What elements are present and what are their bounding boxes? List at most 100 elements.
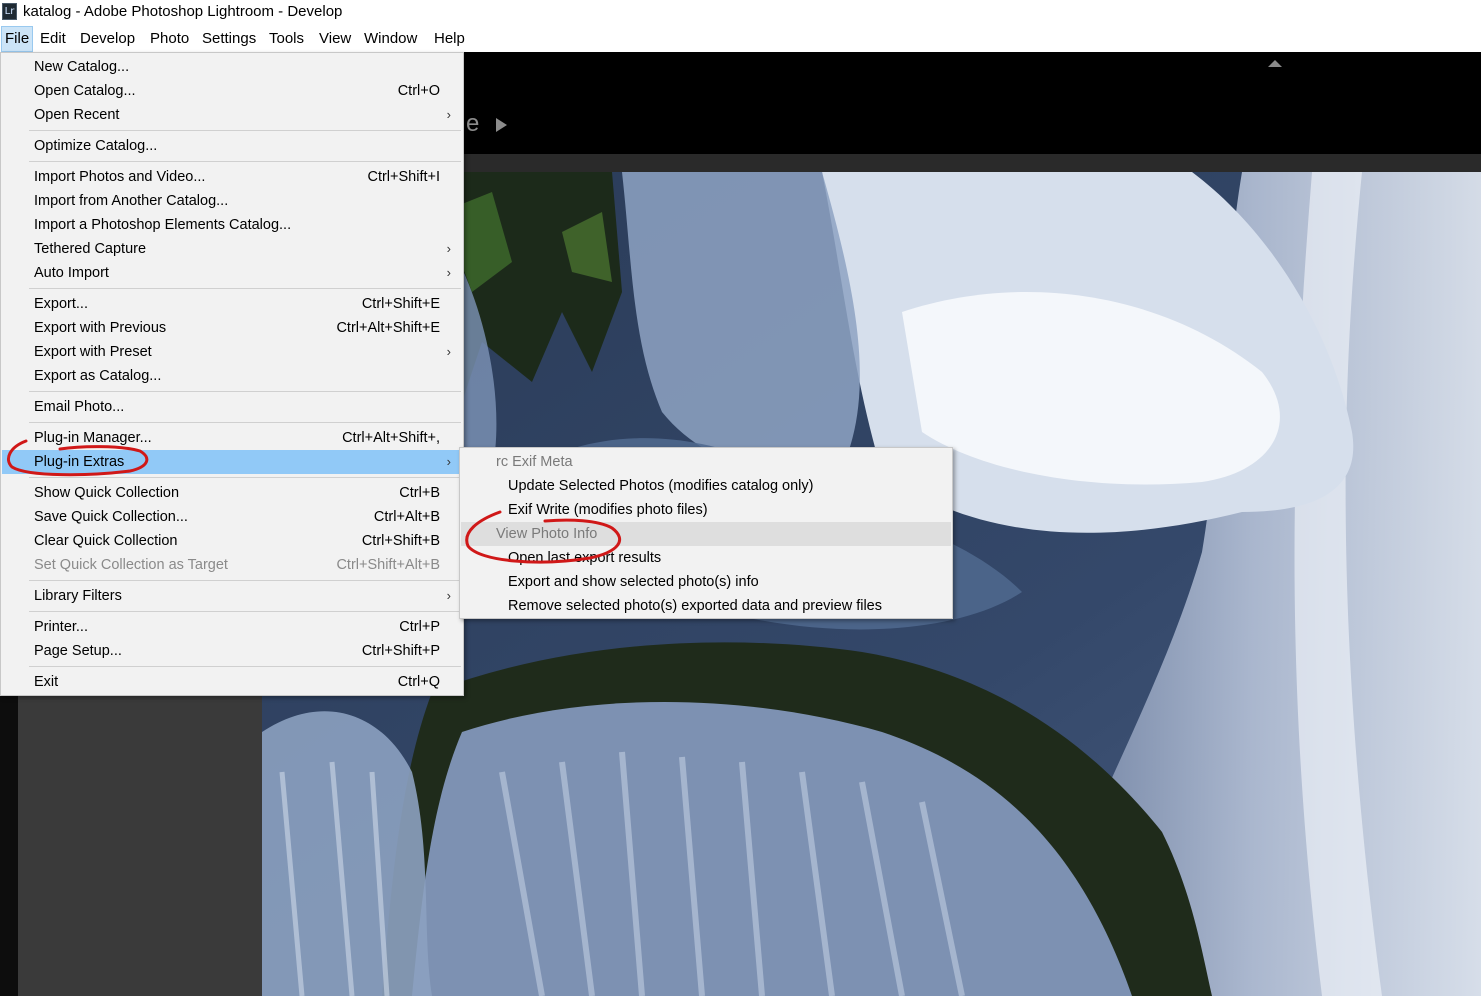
menu-separator — [29, 288, 461, 289]
menu-item-shortcut: Ctrl+Shift+Alt+B — [336, 557, 440, 573]
chevron-right-icon: › — [446, 344, 451, 359]
menu-item-shortcut: Ctrl+Alt+Shift+, — [342, 430, 440, 446]
menu-item-label: Exit — [34, 674, 59, 690]
submenu-item-label: Update Selected Photos (modifies catalog… — [508, 478, 814, 494]
menu-item-label: Import Photos and Video... — [34, 169, 206, 185]
menu-item-export-with-preset[interactable]: Export with Preset › — [2, 340, 462, 364]
menu-item-label: Page Setup... — [34, 643, 122, 659]
menu-separator — [29, 666, 461, 667]
chevron-right-icon: › — [446, 241, 451, 256]
menu-item-clear-quick-collection[interactable]: Clear Quick Collection Ctrl+Shift+B — [2, 529, 462, 553]
menu-item-shortcut: Ctrl+Alt+B — [373, 509, 440, 525]
menu-item-shortcut: Ctrl+Shift+B — [361, 533, 440, 549]
menu-separator — [29, 477, 461, 478]
menu-item-label: New Catalog... — [34, 59, 130, 75]
menu-item-open-catalog[interactable]: Open Catalog... Ctrl+O — [2, 79, 462, 103]
menu-item-label: Plug-in Extras — [34, 454, 125, 470]
menu-item-import-a-photoshop-elements-catalog[interactable]: Import a Photoshop Elements Catalog... — [2, 213, 462, 237]
menu-item-exit[interactable]: Exit Ctrl+Q — [2, 670, 462, 694]
menu-item-tethered-capture[interactable]: Tethered Capture › — [2, 237, 462, 261]
menu-item-optimize-catalog[interactable]: Optimize Catalog... — [2, 134, 462, 158]
submenu-item-view-photo-info[interactable]: View Photo Info — [461, 522, 951, 546]
chevron-right-icon: › — [446, 588, 451, 603]
menu-item-shortcut: Ctrl+P — [399, 619, 440, 635]
menu-item-new-catalog[interactable]: New Catalog... — [2, 55, 462, 79]
submenu-item-label: Export and show selected photo(s) info — [508, 574, 759, 590]
menu-item-plug-in-extras[interactable]: Plug-in Extras › — [2, 450, 462, 474]
chevron-right-icon: › — [446, 107, 451, 122]
menu-item-label: Auto Import — [34, 265, 109, 281]
menu-item-label: Optimize Catalog... — [34, 138, 158, 154]
menubar-settings[interactable]: Settings — [199, 26, 259, 52]
menubar-window[interactable]: Window — [361, 26, 420, 52]
menubar-edit[interactable]: Edit — [37, 26, 69, 52]
menu-item-shortcut: Ctrl+Shift+I — [367, 169, 440, 185]
lightroom-app-icon: Lr — [2, 3, 17, 20]
menu-item-label: Printer... — [34, 619, 88, 635]
play-arrow-icon — [496, 118, 507, 132]
menu-bar: File Edit Develop Photo Settings Tools View Win… — [0, 26, 1481, 52]
menu-item-shortcut: Ctrl+O — [397, 83, 440, 99]
menu-item-label: Save Quick Collection... — [34, 509, 188, 525]
menu-item-label: Open Catalog... — [34, 83, 136, 99]
menu-item-label: Export as Catalog... — [34, 368, 162, 384]
menu-item-printer[interactable]: Printer... Ctrl+P — [2, 615, 462, 639]
menu-item-label: Email Photo... — [34, 399, 125, 415]
menu-item-shortcut: Ctrl+Shift+E — [361, 296, 440, 312]
menu-item-save-quick-collection[interactable]: Save Quick Collection... Ctrl+Alt+B — [2, 505, 462, 529]
menu-item-export-with-previous[interactable]: Export with Previous Ctrl+Alt+Shift+E — [2, 316, 462, 340]
submenu-item-label: rc Exif Meta — [496, 454, 573, 470]
menu-item-set-quick-collection-as-target[interactable]: Set Quick Collection as Target Ctrl+Shift… — [2, 553, 462, 577]
menubar-view[interactable]: View — [316, 26, 354, 52]
menu-item-import-from-another-catalog[interactable]: Import from Another Catalog... — [2, 189, 462, 213]
menubar-file[interactable]: File — [1, 26, 34, 52]
menu-item-shortcut: Ctrl+Alt+Shift+E — [336, 320, 440, 336]
submenu-item-export-and-show-selected-photo-s-info[interactable]: Export and show selected photo(s) info — [461, 570, 951, 594]
menu-item-label: Export with Previous — [34, 320, 167, 336]
menu-separator — [29, 422, 461, 423]
plugin-extras-submenu: rc Exif Meta Update Selected Photos (modi… — [459, 447, 953, 619]
menu-item-label: Export with Preset — [34, 344, 152, 360]
submenu-item-exif-write-modifies-photo-files[interactable]: Exif Write (modifies photo files) — [461, 498, 951, 522]
menu-item-label: Import a Photoshop Elements Catalog... — [34, 217, 292, 233]
menu-item-label: Import from Another Catalog... — [34, 193, 229, 209]
menu-item-email-photo[interactable]: Email Photo... — [2, 395, 462, 419]
menubar-tools[interactable]: Tools — [266, 26, 307, 52]
menu-separator — [29, 611, 461, 612]
menubar-help[interactable]: Help — [431, 26, 468, 52]
window-title: katalog - Adobe Photoshop Lightroom - De… — [23, 3, 343, 20]
menu-item-open-recent[interactable]: Open Recent › — [2, 103, 462, 127]
menu-item-label: Export... — [34, 296, 88, 312]
menu-item-shortcut: Ctrl+Shift+P — [361, 643, 440, 659]
menubar-develop[interactable]: Develop — [77, 26, 138, 52]
module-name-fragment[interactable]: e — [466, 110, 479, 138]
menu-item-export[interactable]: Export... Ctrl+Shift+E — [2, 292, 462, 316]
menu-item-auto-import[interactable]: Auto Import › — [2, 261, 462, 285]
menu-item-import-photos-and-video[interactable]: Import Photos and Video... Ctrl+Shift+I — [2, 165, 462, 189]
submenu-item-label: Exif Write (modifies photo files) — [508, 502, 708, 518]
menu-item-page-setup[interactable]: Page Setup... Ctrl+Shift+P — [2, 639, 462, 663]
menu-separator — [29, 391, 461, 392]
menu-item-library-filters[interactable]: Library Filters › — [2, 584, 462, 608]
submenu-item-update-selected-photos-modifies-catalog-only[interactable]: Update Selected Photos (modifies catalog… — [461, 474, 951, 498]
submenu-item-label: Remove selected photo(s) exported data a… — [508, 598, 882, 614]
submenu-item-remove-selected-photo-s-exported-data-and-preview-files[interactable]: Remove selected photo(s) exported data a… — [461, 594, 951, 618]
menu-item-show-quick-collection[interactable]: Show Quick Collection Ctrl+B — [2, 481, 462, 505]
menubar-photo[interactable]: Photo — [147, 26, 192, 52]
title-bar: Lr katalog - Adobe Photoshop Lightroom -… — [0, 0, 1481, 26]
collapse-panel-icon[interactable] — [1268, 60, 1282, 67]
menu-item-label: Plug-in Manager... — [34, 430, 152, 446]
menu-item-plug-in-manager[interactable]: Plug-in Manager... Ctrl+Alt+Shift+, — [2, 426, 462, 450]
submenu-header: rc Exif Meta — [461, 450, 951, 474]
menu-item-export-as-catalog[interactable]: Export as Catalog... — [2, 364, 462, 388]
chevron-right-icon: › — [446, 265, 451, 280]
menu-item-label: Open Recent — [34, 107, 120, 123]
menu-item-label: Show Quick Collection — [34, 485, 180, 501]
submenu-item-label: Open last export results — [508, 550, 662, 566]
chevron-right-icon: › — [446, 454, 451, 469]
menu-item-label: Library Filters — [34, 588, 122, 604]
submenu-item-open-last-export-results[interactable]: Open last export results — [461, 546, 951, 570]
menu-separator — [29, 130, 461, 131]
menu-item-label: Clear Quick Collection — [34, 533, 178, 549]
menu-item-shortcut: Ctrl+B — [399, 485, 440, 501]
